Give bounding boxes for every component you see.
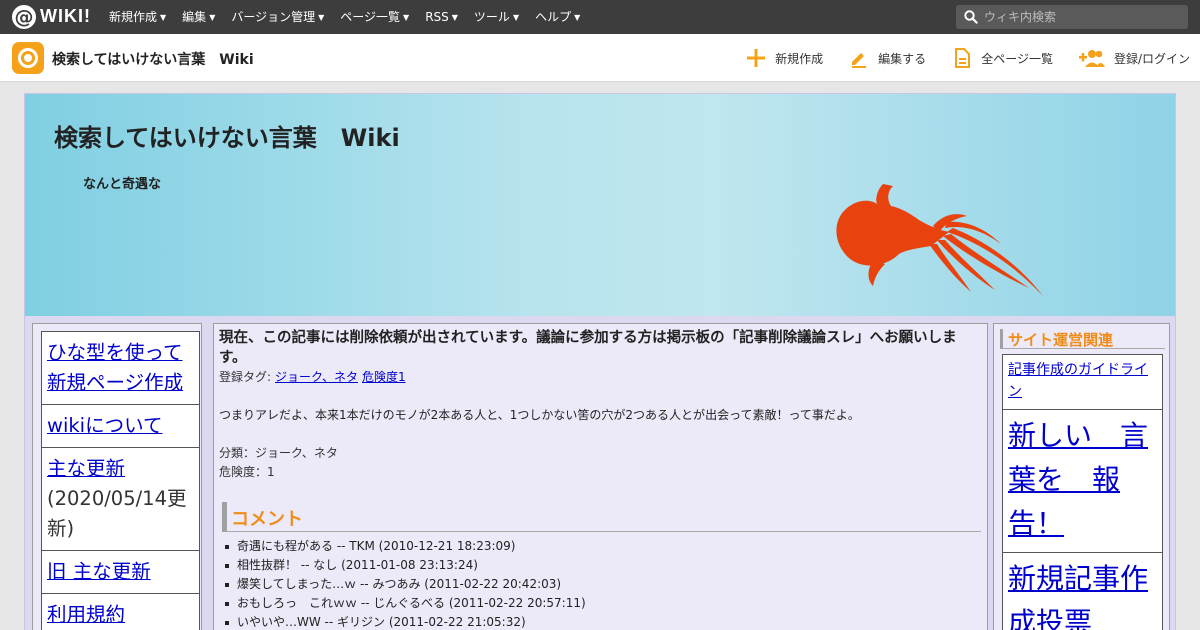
atwiki-logo[interactable]: @ WIKI!	[12, 5, 90, 29]
tag-list: 登録タグ: ジョーク、ネタ 危険度1	[219, 368, 406, 385]
menu-edit[interactable]: 編集 ▼	[174, 0, 223, 34]
wiki-search	[956, 5, 1188, 29]
menu-tools[interactable]: ツール ▼	[466, 0, 527, 34]
global-menu: 新規作成 ▼ 編集 ▼ バージョン管理 ▼ ページ一覧 ▼ RSS ▼ ツール ▼ ヘルプ ▼	[101, 0, 588, 34]
comment-item: 相性抜群！ -- なし (2011-01-08 23:13:24)	[225, 556, 977, 575]
caret-down-icon: ▼	[318, 13, 325, 22]
nav-link[interactable]: wikiについて	[47, 414, 163, 437]
menu-page-list[interactable]: ページ一覧 ▼	[332, 0, 417, 34]
search-icon	[964, 10, 978, 24]
menu-label: ヘルプ	[535, 10, 572, 24]
article-body: つまりアレだよ、本来1本だけのモノが2本ある人と、1つしかない筈の穴が2つある人…	[219, 408, 860, 422]
page-frame: 検索してはいけない言葉 Wiki なんと奇遇な ひな型を使って新規ページ作成 w…	[24, 93, 1176, 630]
site-header: 検索してはいけない言葉 Wiki 新規作成 編集する 全ページ一覧 登録/ログイ…	[0, 34, 1200, 82]
menu-label: ページ一覧	[340, 10, 401, 24]
nav-item-updates: 主な更新 (2020/05/14更新)	[42, 448, 199, 551]
menu-label: 編集	[182, 10, 207, 24]
deletion-notice: 現在、この記事には削除依頼が出されています。議論に参加する方は掲示板の「記事削除…	[219, 330, 957, 366]
nav-link[interactable]: 新規記事作成投票	[1008, 562, 1148, 630]
banner-subtitle: なんと奇遇な	[83, 177, 162, 192]
menu-label: RSS	[425, 10, 449, 24]
comment-item: 爆笑してしまった…ｗ -- みつあみ (2011-02-22 20:42:03)	[225, 575, 977, 594]
header-actions: 新規作成 編集する 全ページ一覧 登録/ログイン	[720, 34, 1190, 82]
nav-link[interactable]: ひな型を使って新規ページ作成	[47, 341, 183, 394]
nav-item-guideline: 記事作成のガイドライン	[1003, 355, 1162, 410]
edit-label: 編集する	[878, 51, 927, 66]
nav-item-about: wikiについて	[42, 405, 199, 448]
global-toolbar: @ WIKI! 新規作成 ▼ 編集 ▼ バージョン管理 ▼ ページ一覧 ▼ RSS ▼ ツ…	[0, 0, 1200, 34]
menu-new[interactable]: 新規作成 ▼	[101, 0, 174, 34]
pencil-icon	[852, 53, 867, 68]
article-content: 現在、この記事には削除依頼が出されています。議論に参加する方は掲示板の「記事削除…	[213, 323, 988, 630]
goldfish-illustration	[836, 184, 1043, 296]
caret-down-icon: ▼	[451, 13, 458, 22]
danger-level: 危険度：1	[219, 465, 275, 479]
nav-item-report-word: 新しい 言葉を 報告！	[1003, 410, 1162, 553]
menu-help[interactable]: ヘルプ ▼	[527, 0, 588, 34]
caret-down-icon: ▼	[209, 13, 216, 22]
menu-version[interactable]: バージョン管理 ▼	[223, 0, 332, 34]
article-meta: 分類：ジョーク、ネタ 危険度：1	[219, 444, 338, 482]
site-banner: 検索してはいけない言葉 Wiki なんと奇遇な	[25, 94, 1175, 316]
banner-title: 検索してはいけない言葉 Wiki	[54, 124, 400, 152]
menu-label: バージョン管理	[231, 10, 316, 24]
nav-link[interactable]: 旧 主な更新	[47, 560, 151, 583]
new-page-button[interactable]: 新規作成	[746, 48, 823, 68]
caret-down-icon: ▼	[512, 13, 520, 22]
site-logo-icon[interactable]	[12, 42, 44, 74]
new-page-label: 新規作成	[775, 51, 824, 66]
at-logo-icon: @	[12, 5, 36, 29]
site-admin-heading-label: サイト運営関連	[1008, 331, 1114, 349]
menu-label: 新規作成	[109, 10, 158, 24]
all-pages-button[interactable]: 全ページ一覧	[952, 48, 1053, 68]
nav-link[interactable]: 利用規約	[47, 603, 125, 626]
logo-text: WIKI!	[40, 6, 91, 26]
right-nav-box: 記事作成のガイドライン 新しい 言葉を 報告！ 新規記事作成投票	[1002, 354, 1163, 630]
site-name[interactable]: 検索してはいけない言葉 Wiki	[52, 49, 254, 69]
site-admin-heading: サイト運営関連	[1000, 329, 1165, 349]
nav-link[interactable]: 主な更新	[47, 457, 125, 480]
tag-link[interactable]: ジョーク、ネタ	[275, 370, 358, 384]
comment-list: 奇遇にも程がある -- TKM (2010-12-21 18:23:09) 相性…	[225, 537, 977, 630]
update-date-note: (2020/05/14更新)	[47, 487, 187, 540]
caret-down-icon: ▼	[574, 13, 581, 22]
nav-item-terms: 利用規約	[42, 594, 199, 630]
nav-item-template: ひな型を使って新規ページ作成	[42, 332, 199, 405]
add-user-icon	[1078, 50, 1105, 67]
menu-rss[interactable]: RSS ▼	[417, 0, 466, 34]
tags-label: 登録タグ:	[219, 370, 272, 384]
comments-heading: コメント	[222, 502, 981, 532]
search-input[interactable]	[984, 5, 1182, 29]
login-button[interactable]: 登録/ログイン	[1078, 48, 1190, 68]
left-sidebar: ひな型を使って新規ページ作成 wikiについて 主な更新 (2020/05/14更…	[32, 323, 202, 630]
nav-link[interactable]: 記事作成のガイドライン	[1008, 362, 1148, 400]
tag-link[interactable]: 危険度1	[362, 370, 406, 384]
nav-item-new-article-vote: 新規記事作成投票	[1003, 553, 1162, 630]
edit-button[interactable]: 編集する	[849, 48, 926, 68]
classification: 分類：ジョーク、ネタ	[219, 446, 338, 460]
nav-link[interactable]: 新しい 言葉を 報告！	[1008, 419, 1148, 540]
left-nav-box: ひな型を使って新規ページ作成 wikiについて 主な更新 (2020/05/14更…	[41, 331, 200, 630]
caret-down-icon: ▼	[160, 13, 167, 22]
nav-item-old-updates: 旧 主な更新	[42, 551, 199, 594]
caret-down-icon: ▼	[403, 13, 410, 22]
menu-label: ツール	[473, 10, 510, 24]
all-pages-label: 全ページ一覧	[981, 51, 1053, 66]
comment-item: おもしろっ これｗｗ -- じんぐるべる (2011-02-22 20:57:1…	[225, 594, 977, 613]
document-icon	[955, 48, 971, 68]
comment-item: いやいや…WW -- ギリジン (2011-02-22 21:05:32)	[225, 613, 977, 630]
right-sidebar: サイト運営関連 記事作成のガイドライン 新しい 言葉を 報告！ 新規記事作成投票	[993, 323, 1170, 630]
comments-heading-label: コメント	[231, 509, 303, 530]
plus-icon	[747, 49, 766, 67]
comment-item: 奇遇にも程がある -- TKM (2010-12-21 18:23:09)	[225, 537, 977, 556]
login-label: 登録/ログイン	[1113, 51, 1190, 66]
